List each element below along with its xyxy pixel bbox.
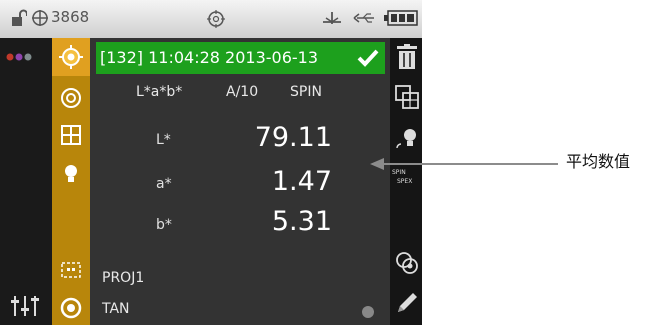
measurement-panel: [132] 11:04:28 2013-06-13 L*a*b* A/10 SP… [90,38,390,325]
usb-icon [323,12,341,24]
target-compare-icon[interactable] [394,250,420,276]
lock-open-icon [12,9,27,26]
l-value: 79.11 [254,122,332,153]
lightbulb-icon[interactable] [59,162,83,186]
check-icon [357,49,379,67]
target-tab[interactable] [52,38,90,76]
spex-label: SPEX [397,178,413,185]
a-label: a* [156,176,172,192]
battery-icon [384,10,418,26]
light-source-icon[interactable] [394,126,420,152]
measurement-header[interactable]: [132] 11:04:28 2013-06-13 [96,42,385,74]
b-label: b* [156,217,172,233]
device-screen: 3868 [132] 11:04:28 2013-06-13 L*a*b* A/… [0,0,422,325]
project-label[interactable]: PROJ1 [102,270,144,286]
callout-arrow [370,158,558,170]
sliders-icon[interactable] [10,294,40,318]
color-space-label: L*a*b* [136,84,183,100]
right-toolbar: SPIN SPEX [390,38,422,325]
measurement-header-text: [132] 11:04:28 2013-06-13 [100,48,319,67]
aperture-icon[interactable] [59,86,83,110]
record-icon[interactable] [59,296,83,320]
a-value: 1.47 [271,166,332,197]
target-icon [32,10,48,26]
mode-label: SPIN [290,84,322,100]
b-value: 5.31 [271,206,332,237]
left-strip [0,38,52,325]
measurement-count: 3868 [51,8,90,26]
menu-dots-icon[interactable] [6,52,42,62]
callout-label: 平均数值 [566,152,631,171]
l-label: L* [156,132,171,148]
pencil-icon[interactable] [394,290,420,316]
grid-view-icon[interactable] [59,123,83,147]
function-column [52,38,90,325]
indicator-dot [362,306,374,318]
illuminant-label: A/10 [226,84,259,100]
standard-label[interactable]: TAN [102,301,130,317]
usb-link-icon [353,13,374,23]
target-sun-icon [59,45,83,69]
reference-icon [207,10,225,28]
compare-icon[interactable] [394,84,420,110]
measure-area-icon[interactable] [59,258,83,282]
status-bar: 3868 [0,0,422,38]
trash-icon[interactable] [394,44,420,70]
